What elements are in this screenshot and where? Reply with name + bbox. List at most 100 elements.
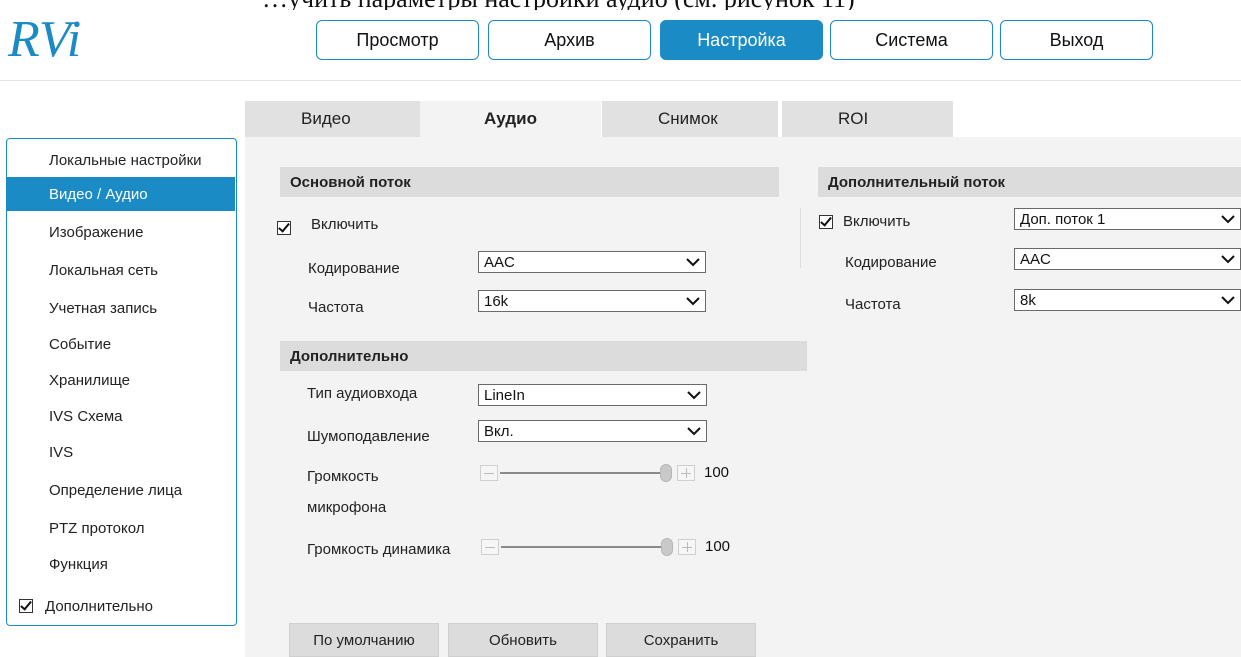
tab-label: Просмотр (356, 29, 439, 50)
settings-panel: Основной поток Включить Кодирование AAC … (245, 137, 1241, 657)
sidebar-item-ivs[interactable]: IVS (7, 435, 235, 469)
main-stream-header: Основной поток (280, 167, 779, 197)
sidebar-item-account[interactable]: Учетная запись (7, 291, 235, 325)
select-value: LineIn (484, 386, 525, 404)
sidebar-item-advanced[interactable]: Дополнительно (7, 589, 235, 623)
subtab-audio[interactable]: Аудио (420, 101, 601, 137)
select-value: 8k (1020, 291, 1036, 309)
section-title: Основной поток (290, 173, 411, 191)
chevron-down-icon (687, 391, 701, 400)
sidebar-item-label: Изображение (49, 223, 144, 241)
slider-knob[interactable] (661, 538, 673, 556)
sub-stream-enable-checkbox[interactable] (819, 215, 833, 229)
sub-stream-select[interactable]: Доп. поток 1 (1014, 208, 1241, 230)
chevron-down-icon (1221, 296, 1235, 305)
subtab-label: ROI (838, 109, 869, 128)
subtab-label: Снимок (658, 109, 718, 128)
sidebar-item-local-settings[interactable]: Локальные настройки (7, 143, 235, 177)
speaker-volume-label: Громкость динамика (307, 541, 451, 558)
chevron-down-icon (687, 427, 701, 436)
sub-frequency-select[interactable]: 8k (1014, 289, 1241, 311)
mic-volume-slider[interactable]: 100 (480, 461, 750, 485)
speaker-volume-value: 100 (705, 538, 731, 555)
chevron-down-icon (686, 258, 700, 267)
column-divider (800, 208, 801, 268)
subtab-label: Видео (301, 109, 351, 128)
mic-volume-label-line2: микрофона (307, 499, 387, 516)
sidebar-menu: Локальные настройки Видео / Аудио Изобра… (6, 138, 237, 626)
tab-system[interactable]: Система (830, 20, 993, 60)
sidebar-item-label: Функция (49, 555, 108, 573)
sidebar-item-function[interactable]: Функция (7, 547, 235, 581)
minus-icon[interactable] (480, 465, 498, 481)
mic-volume-label: Громкость (307, 468, 379, 485)
sidebar-item-ptz-protocol[interactable]: PTZ протокол (7, 511, 235, 545)
button-label: По умолчанию (313, 631, 415, 649)
mic-volume-value: 100 (704, 464, 730, 481)
sidebar-item-label: Определение лица (49, 481, 183, 499)
select-value: AAC (1020, 250, 1051, 268)
plus-icon[interactable] (678, 539, 696, 555)
slider-knob[interactable] (660, 464, 672, 482)
sidebar-item-label: Локальные настройки (49, 151, 202, 169)
main-stream-enable-checkbox[interactable] (277, 221, 291, 235)
chevron-down-icon (1221, 215, 1235, 224)
subtab-snapshot[interactable]: Снимок (602, 101, 778, 137)
section-title: Дополнительный поток (828, 173, 1006, 191)
sub-stream-header: Дополнительный поток (818, 167, 1241, 197)
main-encoding-label: Кодирование (308, 260, 400, 277)
main-encoding-select[interactable]: AAC (478, 251, 706, 273)
minus-icon[interactable] (481, 539, 499, 555)
sidebar-item-network[interactable]: Локальная сеть (7, 253, 235, 287)
default-button[interactable]: По умолчанию (289, 623, 439, 657)
sidebar-item-storage[interactable]: Хранилище (7, 363, 235, 397)
select-value: Вкл. (484, 422, 514, 440)
sidebar-item-ivs-scheme[interactable]: IVS Схема (7, 399, 235, 433)
sidebar-item-label: Дополнительно (45, 597, 153, 615)
plus-icon[interactable] (677, 465, 695, 481)
main-frequency-label: Частота (308, 299, 364, 316)
sidebar-item-label: IVS Схема (49, 407, 123, 425)
select-value: Доп. поток 1 (1020, 210, 1106, 228)
tab-settings[interactable]: Настройка (660, 20, 823, 60)
sub-frequency-label: Частота (845, 296, 901, 313)
sidebar-item-face-detection[interactable]: Определение лица (7, 473, 235, 507)
sidebar-item-video-audio[interactable]: Видео / Аудио (7, 177, 235, 211)
tab-label: Выход (1049, 29, 1104, 50)
sidebar-item-label: Локальная сеть (49, 261, 158, 279)
tab-preview[interactable]: Просмотр (316, 20, 479, 60)
subtab-video[interactable]: Видео (245, 101, 420, 137)
input-type-select[interactable]: LineIn (478, 384, 707, 406)
slider-track (500, 472, 666, 474)
tab-logout[interactable]: Выход (1000, 20, 1153, 60)
tab-label: Настройка (697, 29, 786, 50)
sub-encoding-select[interactable]: AAC (1014, 248, 1241, 270)
subtab-roi[interactable]: ROI (782, 101, 953, 137)
select-value: AAC (484, 253, 515, 271)
sidebar-item-label: PTZ протокол (49, 519, 145, 537)
sidebar-item-image[interactable]: Изображение (7, 215, 235, 249)
noise-reduction-select[interactable]: Вкл. (478, 420, 707, 442)
select-value: 16k (484, 292, 509, 310)
main-stream-enable-label: Включить (311, 216, 379, 233)
save-button[interactable]: Сохранить (606, 623, 756, 657)
tab-label: Архив (544, 29, 595, 50)
sidebar-item-label: Учетная запись (49, 299, 158, 317)
chevron-down-icon (686, 297, 700, 306)
additional-header: Дополнительно (280, 341, 807, 371)
noise-reduction-label: Шумоподавление (307, 428, 430, 445)
button-label: Обновить (489, 631, 557, 649)
slider-track (501, 546, 667, 548)
sidebar-item-label: Событие (49, 335, 112, 353)
refresh-button[interactable]: Обновить (448, 623, 598, 657)
section-title: Дополнительно (290, 347, 409, 365)
sidebar-item-event[interactable]: Событие (7, 327, 235, 361)
tab-label: Система (875, 29, 948, 50)
tab-archive[interactable]: Архив (488, 20, 651, 60)
top-navigation: Просмотр Архив Настройка Система Выход (0, 20, 1241, 60)
advanced-checkbox[interactable] (19, 599, 33, 613)
speaker-volume-slider[interactable]: 100 (481, 535, 751, 559)
document-caption: …учить параметры настройки аудио (см. ри… (262, 0, 1241, 10)
button-label: Сохранить (643, 631, 719, 649)
main-frequency-select[interactable]: 16k (478, 290, 706, 312)
